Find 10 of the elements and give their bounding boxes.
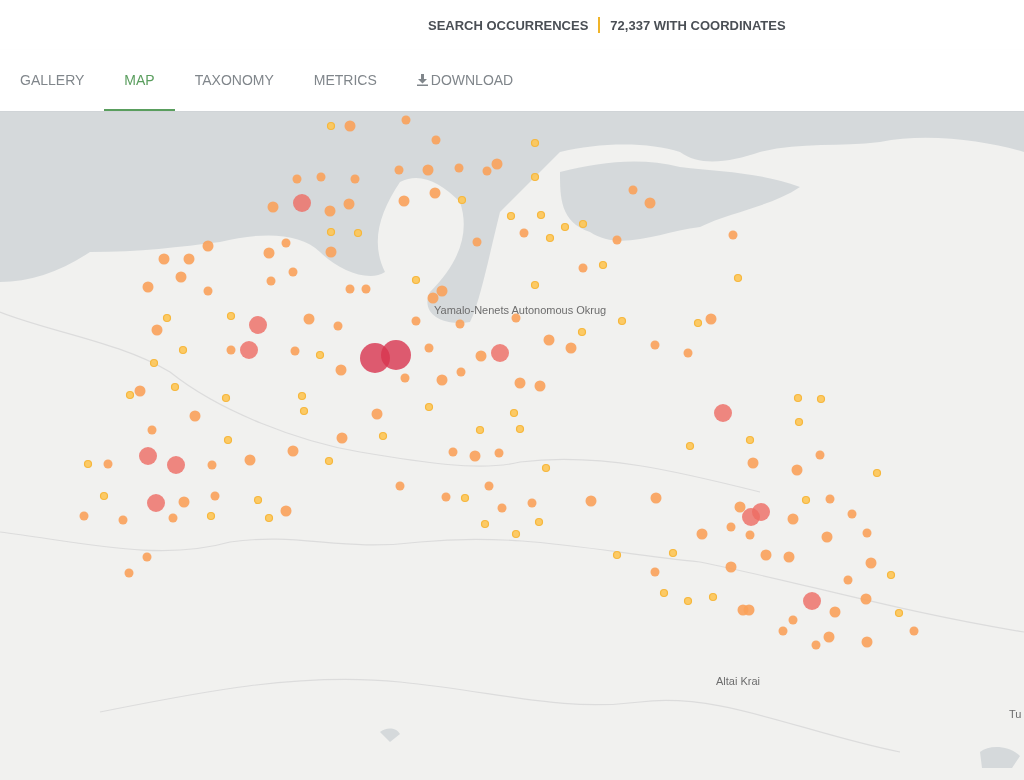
download-icon xyxy=(416,73,428,86)
map-place-label: Tu xyxy=(1009,708,1022,720)
map-place-label: Altai Krai xyxy=(716,675,761,687)
tab[interactable]: GALLERY xyxy=(0,50,105,111)
tab[interactable]: TAXONOMY xyxy=(174,50,294,111)
occurrence-count: 72,337 WITH COORDINATES xyxy=(610,17,786,33)
download-tab[interactable]: DOWNLOAD xyxy=(396,50,534,111)
map-place-label: Yamalo-Nenets Autonomous Okrug xyxy=(434,304,607,316)
tab[interactable]: METRICS xyxy=(293,50,397,111)
search-occurrences-title: SEARCH OCCURRENCES xyxy=(428,17,589,33)
